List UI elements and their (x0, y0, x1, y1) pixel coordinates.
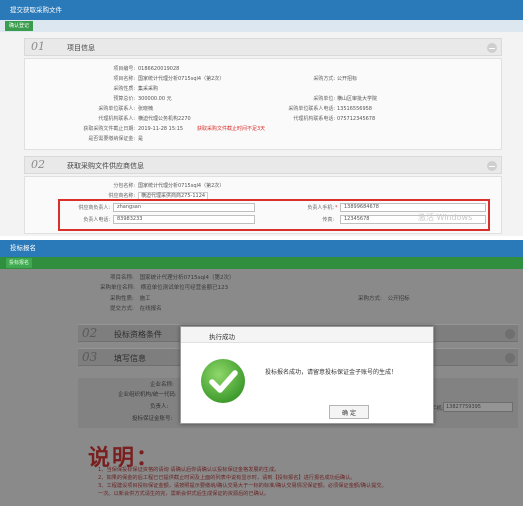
field-row: 采购方式: 公开招标 (313, 76, 358, 82)
info-row: 项目名称: 国家统计代理分析0715sql4（第2次） (110, 275, 235, 281)
dialog-header: 执行成功 (181, 327, 433, 343)
section-title: 项目信息 (67, 44, 95, 52)
collapse-icon[interactable] (505, 329, 515, 339)
collapse-icon[interactable] (505, 353, 515, 363)
form-label: 投标保证金账号: (132, 416, 173, 422)
collapse-icon[interactable] (487, 161, 497, 171)
collapse-icon[interactable] (487, 43, 497, 53)
window-title: 投标报名 (0, 240, 523, 257)
required-mark: * (335, 205, 338, 211)
procurement-file-panel: 提交获取采购文件 确认登记 01 项目信息 项目编号: 018662001902… (0, 0, 523, 236)
window-title: 提交获取采购文件 (0, 0, 523, 20)
field-row: 代理机构联系电话: 075712345678 (293, 116, 376, 122)
contact-phone-input[interactable]: 83983233 (113, 215, 255, 224)
contact-label: 供应商负责人: (78, 205, 110, 211)
ok-button[interactable]: 确 定 (329, 405, 369, 419)
section-title: 填写信息 (114, 354, 146, 363)
section-title: 投标资格条件 (114, 330, 162, 339)
dialog-message: 投标报名成功，请留意投标保证金子账号的生成！ (265, 369, 398, 376)
contact-mobile-input[interactable]: 13899684678 (340, 203, 486, 212)
deadline-warning: 获取采购文件截止时间不足3天 (197, 126, 266, 132)
field-row: 是否需要缴纳保证金: 是 (88, 136, 144, 142)
field-row: 分包名称: 国家统计代理分析0715sql4（第2次） (113, 183, 225, 189)
fax-label: 传真: (322, 217, 334, 223)
bid-registration-panel: 投标报名 投标报名 项目名称: 国家统计代理分析0715sql4（第2次） 采购… (0, 240, 523, 506)
info-row: 采购单位名称: 横迫单位测试单位可经营金额已123 (100, 285, 229, 291)
mobile-label: 负责人手机: (307, 205, 334, 211)
form-label: 企业名称: (150, 382, 174, 388)
field-row: 采购单位联系人电话: 13516556958 (288, 106, 372, 112)
phone-label: 负责人电话: (83, 217, 110, 223)
info-row: 提交方式: 在线报名 (110, 306, 162, 312)
section-number: 02 (31, 158, 45, 171)
note-line: 3、工程建设项目投标保证金额，请按照提示要缴纳/确认交易大于一标的标准/确认交易… (98, 483, 387, 489)
project-info-box: 项目编号: 0186620019028 项目名称: 国家统计代理分析0715sq… (24, 58, 502, 150)
mobile-input[interactable]: 13827759395 (443, 402, 513, 412)
success-dialog: 执行成功 投标报名成功，请留意投标保证金子账号的生成！ 确 定 (180, 326, 434, 424)
toolbar: 投标报名 (0, 257, 523, 269)
confirm-register-button[interactable]: 确认登记 (5, 21, 34, 31)
section-title: 获取采购文件供应商信息 (67, 162, 144, 170)
field-row: 采购单位: 横山区审批大学院 (313, 96, 378, 102)
section-supplier-info-header[interactable]: 02 获取采购文件供应商信息 (24, 156, 502, 174)
field-row: 采购性质: 集采采购 (113, 86, 159, 92)
check-circle-icon (201, 359, 245, 403)
field-row: 获取采购文件截止日期: 2019-11-28 15:15 获取采购文件截止时间不… (83, 126, 266, 132)
toolbar: 确认登记 (0, 20, 523, 32)
section-project-info-header[interactable]: 01 项目信息 (24, 38, 502, 56)
note-line: 2、如果的保金的后工程已已提供截止时间及上面的列表中说有显示时，请到【投标报名】… (98, 475, 356, 481)
section-number: 02 (82, 326, 98, 340)
dialog-title: 执行成功 (209, 333, 235, 341)
section-number: 03 (82, 350, 98, 364)
info-row: 采购性质: 施工 (110, 296, 151, 302)
form-label: 负责人: (150, 404, 169, 410)
note-line: 1、当保保投标保证资格的请询 请确认后你请确认以投标保证金格发展的生成。 (98, 467, 280, 473)
section-number: 01 (31, 40, 45, 53)
note-line: 一次。以新会供方式请生的完，需新会供式后生成保证的资源后的已确认。 (98, 491, 270, 497)
field-row: 项目编号: 0186620019028 (113, 66, 180, 72)
activate-windows-watermark: 激活 Windows (418, 213, 473, 222)
info-row: 采购方式: 公开招标 (358, 296, 410, 302)
contact-name-input[interactable]: zhangsan (113, 203, 255, 212)
form-label: 企业组织机构/统一代码: (118, 392, 177, 398)
bid-register-button[interactable]: 投标报名 (6, 258, 33, 268)
